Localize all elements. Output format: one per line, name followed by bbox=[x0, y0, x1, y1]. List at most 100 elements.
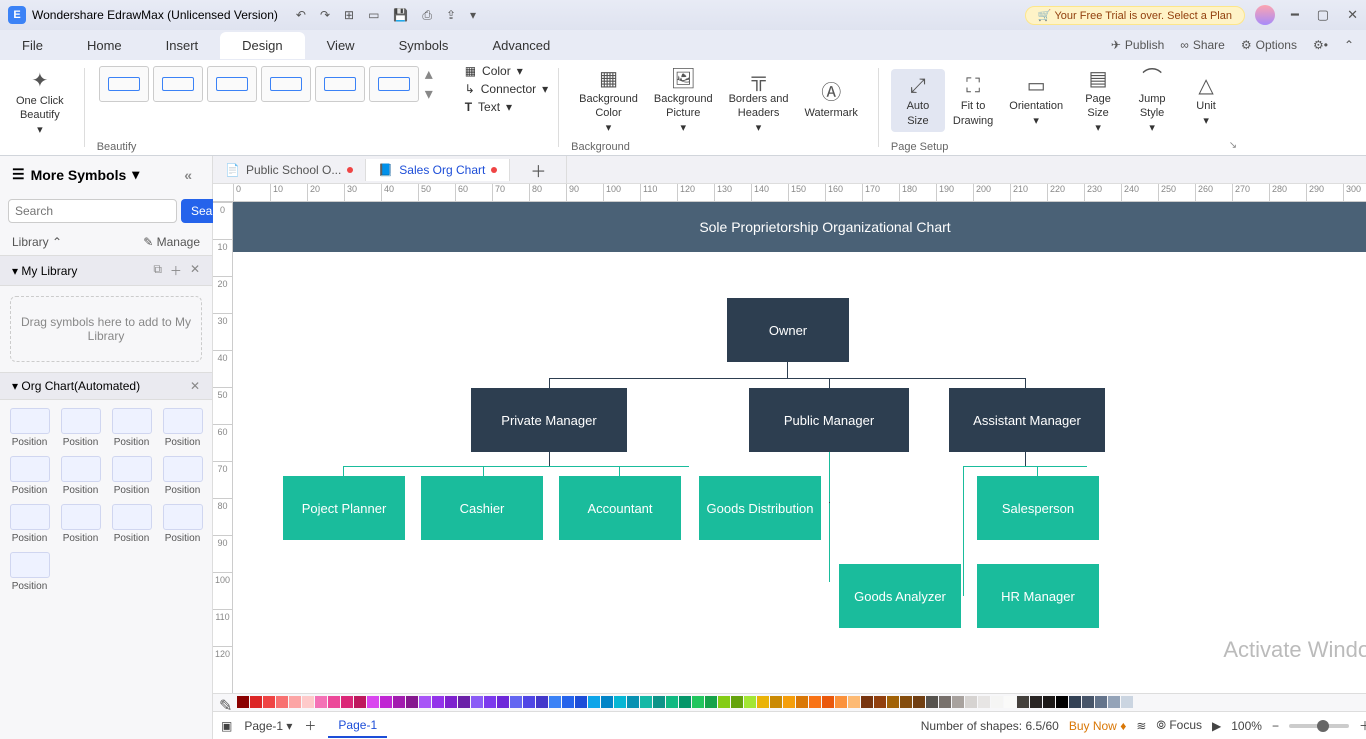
color-swatch[interactable] bbox=[614, 696, 626, 708]
color-swatch[interactable] bbox=[406, 696, 418, 708]
color-swatch[interactable] bbox=[432, 696, 444, 708]
color-swatch[interactable] bbox=[692, 696, 704, 708]
options-button[interactable]: ⚙ Options bbox=[1241, 38, 1297, 52]
node-goods-distribution[interactable]: Goods Distribution bbox=[699, 476, 821, 540]
symbol-position[interactable]: Position bbox=[161, 456, 204, 496]
buy-now-link[interactable]: Buy Now ♦ bbox=[1069, 719, 1127, 733]
color-swatch[interactable] bbox=[263, 696, 275, 708]
color-swatch[interactable] bbox=[575, 696, 587, 708]
color-swatch[interactable] bbox=[588, 696, 600, 708]
export-icon[interactable]: ⇪ bbox=[446, 8, 456, 23]
auto-size-button[interactable]: ⤢Auto Size bbox=[891, 69, 945, 132]
zoom-value[interactable]: 100% bbox=[1231, 719, 1262, 733]
minimize-icon[interactable]: ━ bbox=[1291, 7, 1299, 23]
color-swatch[interactable] bbox=[354, 696, 366, 708]
dialog-launcher-icon[interactable]: ↘ bbox=[1229, 140, 1237, 151]
library-label[interactable]: Library ⌃ bbox=[12, 235, 62, 249]
color-swatch[interactable] bbox=[523, 696, 535, 708]
orientation-button[interactable]: ▭Orientation ▾ bbox=[1001, 69, 1071, 132]
theme-up-icon[interactable]: ▴ bbox=[425, 64, 433, 84]
color-swatch[interactable] bbox=[965, 696, 977, 708]
layers-icon[interactable]: ≋ bbox=[1136, 719, 1146, 733]
color-swatch[interactable] bbox=[835, 696, 847, 708]
color-swatch[interactable] bbox=[952, 696, 964, 708]
manage-library[interactable]: ✎ Manage bbox=[143, 235, 200, 249]
mylib-close-icon[interactable]: ✕ bbox=[190, 262, 200, 279]
color-swatch[interactable] bbox=[679, 696, 691, 708]
color-swatch[interactable] bbox=[640, 696, 652, 708]
watermark-button[interactable]: ⒶWatermark bbox=[797, 76, 866, 124]
theme-3[interactable] bbox=[207, 66, 257, 102]
save-icon[interactable]: 💾 bbox=[393, 8, 408, 23]
color-swatch[interactable] bbox=[926, 696, 938, 708]
menu-insert[interactable]: Insert bbox=[144, 32, 221, 59]
color-swatch[interactable] bbox=[367, 696, 379, 708]
color-swatch[interactable] bbox=[861, 696, 873, 708]
theme-2[interactable] bbox=[153, 66, 203, 102]
print-icon[interactable]: ⎙ bbox=[422, 8, 432, 23]
unit-button[interactable]: △Unit ▾ bbox=[1179, 69, 1233, 132]
node-salesperson[interactable]: Salesperson bbox=[977, 476, 1099, 540]
color-swatch[interactable] bbox=[510, 696, 522, 708]
theme-1[interactable] bbox=[99, 66, 149, 102]
bg-picture-button[interactable]: 🖼Background Picture ▾ bbox=[646, 62, 721, 139]
menu-design[interactable]: Design bbox=[220, 32, 304, 59]
color-swatch[interactable] bbox=[250, 696, 262, 708]
page-tab-1[interactable]: Page-1 bbox=[328, 714, 387, 738]
symbol-position[interactable]: Position bbox=[59, 408, 102, 448]
close-icon[interactable]: ✕ bbox=[1347, 7, 1358, 23]
node-goods-analyzer[interactable]: Goods Analyzer bbox=[839, 564, 961, 628]
orgchart-section[interactable]: ▾ Org Chart(Automated) ✕ bbox=[0, 372, 212, 400]
theme-4[interactable] bbox=[261, 66, 311, 102]
color-swatch[interactable] bbox=[900, 696, 912, 708]
mylibrary-section[interactable]: ▾ My Library ⧉ ＋ ✕ bbox=[0, 255, 212, 286]
one-click-beautify-button[interactable]: ✦ One Click Beautify ▾ bbox=[8, 64, 72, 141]
symbol-position[interactable]: Position bbox=[59, 504, 102, 544]
color-swatch[interactable] bbox=[237, 696, 249, 708]
color-swatch[interactable] bbox=[302, 696, 314, 708]
sidebar-collapse-icon[interactable]: « bbox=[184, 167, 200, 183]
symbol-position[interactable]: Position bbox=[161, 408, 204, 448]
node-accountant[interactable]: Accountant bbox=[559, 476, 681, 540]
color-swatch[interactable] bbox=[991, 696, 1003, 708]
color-swatch[interactable] bbox=[471, 696, 483, 708]
color-swatch[interactable] bbox=[783, 696, 795, 708]
color-swatch[interactable] bbox=[718, 696, 730, 708]
zoom-in-icon[interactable]: ＋ bbox=[1359, 717, 1366, 734]
collapse-ribbon-icon[interactable]: ⌃ bbox=[1344, 38, 1354, 52]
color-swatch[interactable] bbox=[731, 696, 743, 708]
color-swatch[interactable] bbox=[289, 696, 301, 708]
node-hr-manager[interactable]: HR Manager bbox=[977, 564, 1099, 628]
color-swatch[interactable] bbox=[627, 696, 639, 708]
color-swatch[interactable] bbox=[1121, 696, 1133, 708]
color-swatch[interactable] bbox=[1030, 696, 1042, 708]
theme-6[interactable] bbox=[369, 66, 419, 102]
color-swatch[interactable] bbox=[744, 696, 756, 708]
color-swatch[interactable] bbox=[445, 696, 457, 708]
color-swatch[interactable] bbox=[1095, 696, 1107, 708]
tab-public-school[interactable]: 📄 Public School O... bbox=[213, 159, 366, 181]
layout-toggle-icon[interactable]: ▣ bbox=[221, 719, 232, 733]
jump-style-button[interactable]: ⌒Jump Style ▾ bbox=[1125, 62, 1179, 139]
color-swatch[interactable] bbox=[341, 696, 353, 708]
color-swatch[interactable] bbox=[653, 696, 665, 708]
redo-icon[interactable]: ↷ bbox=[320, 8, 330, 23]
canvas[interactable]: Sole Proprietorship Organizational Chart bbox=[233, 202, 1366, 693]
share-button[interactable]: ∞ Share bbox=[1180, 38, 1225, 52]
color-swatch[interactable] bbox=[380, 696, 392, 708]
color-swatch[interactable] bbox=[419, 696, 431, 708]
symbol-search-input[interactable] bbox=[8, 199, 177, 223]
color-swatch[interactable] bbox=[458, 696, 470, 708]
symbol-position[interactable]: Position bbox=[59, 456, 102, 496]
theme-down-icon[interactable]: ▾ bbox=[425, 84, 433, 104]
color-swatch[interactable] bbox=[1017, 696, 1029, 708]
symbol-position[interactable]: Position bbox=[110, 408, 153, 448]
open-icon[interactable]: ▭ bbox=[368, 8, 379, 23]
color-swatch[interactable] bbox=[887, 696, 899, 708]
color-swatch[interactable] bbox=[1082, 696, 1094, 708]
add-tab-button[interactable]: ＋ bbox=[510, 156, 567, 186]
symbol-position[interactable]: Position bbox=[8, 552, 51, 592]
menu-file[interactable]: File bbox=[0, 32, 65, 59]
color-swatch[interactable] bbox=[770, 696, 782, 708]
tab-sales-org[interactable]: 📘 Sales Org Chart bbox=[366, 159, 510, 181]
